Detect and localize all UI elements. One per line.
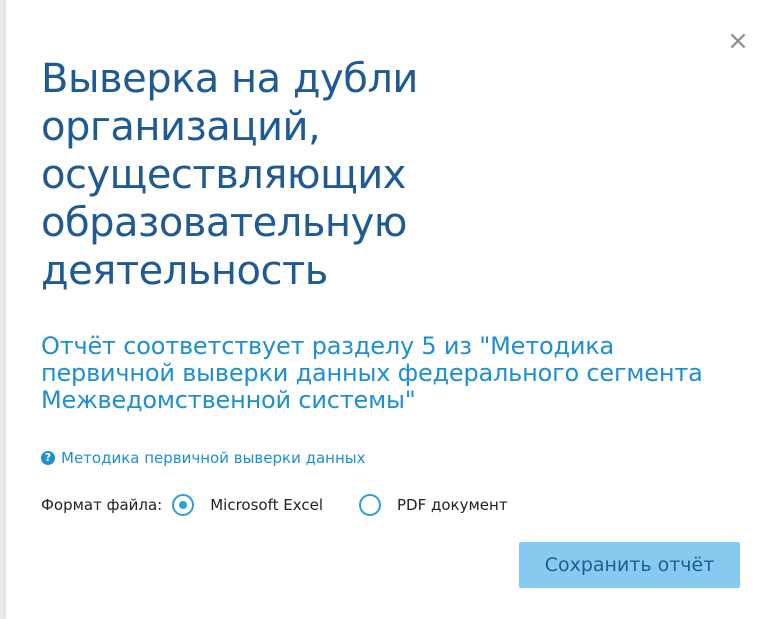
- file-format-group: Формат файла: Microsoft Excel PDF докуме…: [41, 494, 544, 516]
- file-format-label: Формат файла:: [41, 496, 163, 514]
- radio-excel[interactable]: [172, 494, 195, 516]
- radio-pdf[interactable]: [359, 494, 381, 516]
- format-option-excel[interactable]: Microsoft Excel: [172, 494, 323, 516]
- format-option-pdf-label: PDF документ: [397, 496, 508, 514]
- report-dialog: × Выверка на дубли организаций, осуществ…: [6, 0, 765, 619]
- close-icon[interactable]: ×: [727, 28, 749, 54]
- methodology-link[interactable]: ? Методика первичной выверки данных: [41, 449, 365, 467]
- methodology-link-label: Методика первичной выверки данных: [61, 449, 366, 467]
- format-option-excel-label: Microsoft Excel: [210, 496, 323, 514]
- question-circle-icon: ?: [41, 451, 55, 465]
- save-report-button[interactable]: Сохранить отчёт: [519, 542, 740, 588]
- dialog-title: Выверка на дубли организаций, осуществля…: [41, 56, 418, 294]
- format-option-pdf[interactable]: PDF документ: [359, 494, 508, 516]
- dialog-subtitle: Отчёт соответствует разделу 5 из "Методи…: [41, 332, 703, 414]
